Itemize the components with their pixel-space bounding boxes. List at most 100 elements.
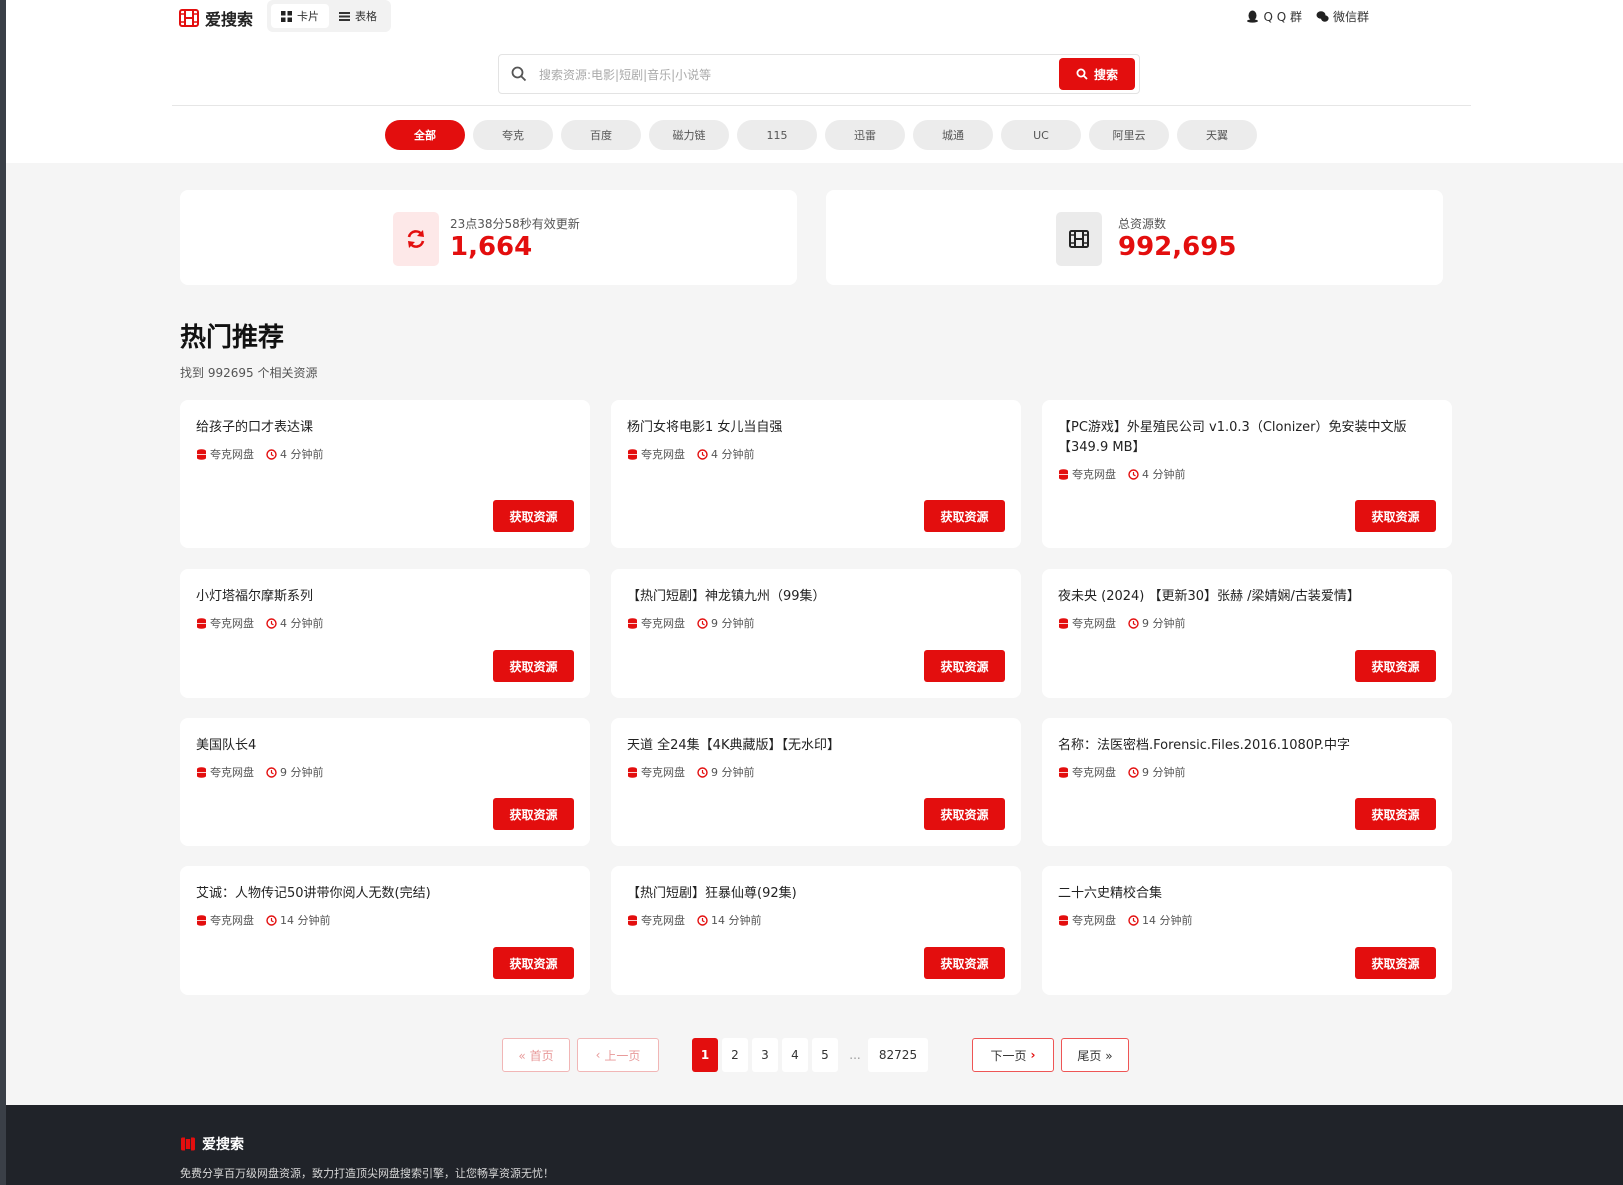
card-title[interactable]: 天道 全24集【4K典藏版】【无水印】 <box>627 736 1005 756</box>
card-meta: 夸克网盘 14 分钟前 <box>196 912 574 928</box>
get-resource-button[interactable]: 获取资源 <box>493 947 574 979</box>
window-edge <box>0 0 6 1185</box>
film-logo-icon <box>179 9 199 27</box>
get-resource-button[interactable]: 获取资源 <box>493 798 574 830</box>
get-resource-button[interactable]: 获取资源 <box>493 650 574 682</box>
site-header: 爱搜索 卡片 表格 Q Q 群 微信群 <box>179 0 1421 34</box>
card-source-label: 夸克网盘 <box>641 448 685 461</box>
end-page-button[interactable]: 尾页 » <box>1061 1038 1129 1072</box>
get-resource-button[interactable]: 获取资源 <box>1355 650 1436 682</box>
section-subtitle: 找到 992695 个相关资源 <box>180 366 318 380</box>
get-resource-button[interactable]: 获取资源 <box>1355 947 1436 979</box>
search-bar: 搜索 <box>498 54 1140 95</box>
card-source: 夸克网盘 <box>627 764 685 780</box>
total-stat-value: 992,695 <box>1118 232 1237 262</box>
filter-baidu[interactable]: 百度 <box>561 120 641 150</box>
source-filter-bar: 全部 夸克 百度 磁力链 115 迅雷 城通 UC 阿里云 天翼 <box>385 120 1257 150</box>
database-icon <box>1059 766 1068 778</box>
get-resource-button[interactable]: 获取资源 <box>1355 798 1436 830</box>
get-resource-button[interactable]: 获取资源 <box>924 650 1005 682</box>
filter-tianyi[interactable]: 天翼 <box>1177 120 1257 150</box>
resource-card: 【热门短剧】神龙镇九州（99集） 夸克网盘 9 分钟前 获取资源 <box>611 569 1021 698</box>
first-page-button[interactable]: « 首页 <box>502 1038 570 1072</box>
get-resource-button[interactable]: 获取资源 <box>493 500 574 532</box>
card-source: 夸克网盘 <box>196 615 254 631</box>
filter-aliyun[interactable]: 阿里云 <box>1089 120 1169 150</box>
card-time: 14 分钟前 <box>266 912 331 928</box>
filter-magnet[interactable]: 磁力链 <box>649 120 729 150</box>
card-title[interactable]: 小灯塔福尔摩斯系列 <box>196 587 574 607</box>
card-title[interactable]: 【热门短剧】神龙镇九州（99集） <box>627 587 1005 607</box>
card-meta: 夸克网盘 4 分钟前 <box>1058 466 1436 482</box>
get-resource-button[interactable]: 获取资源 <box>924 500 1005 532</box>
card-title[interactable]: 美国队长4 <box>196 736 574 756</box>
filter-chengtong[interactable]: 城通 <box>913 120 993 150</box>
card-source: 夸克网盘 <box>627 615 685 631</box>
page-button[interactable]: 4 <box>782 1038 808 1072</box>
card-title[interactable]: 名称：法医密档.Forensic.Files.2016.1080P.中字 <box>1058 736 1436 756</box>
card-time-label: 4 分钟前 <box>711 448 755 461</box>
footer-logo[interactable]: 爱搜索 <box>180 1134 244 1154</box>
resource-card: 小灯塔福尔摩斯系列 夸克网盘 4 分钟前 获取资源 <box>180 569 590 698</box>
card-meta: 夸克网盘 14 分钟前 <box>1058 912 1436 928</box>
card-title[interactable]: 给孩子的口才表达课 <box>196 418 574 438</box>
get-resource-button[interactable]: 获取资源 <box>924 947 1005 979</box>
footer-logo-text: 爱搜索 <box>202 1137 244 1153</box>
filter-xunlei[interactable]: 迅雷 <box>825 120 905 150</box>
card-source: 夸克网盘 <box>627 446 685 462</box>
prev-page-button[interactable]: ‹ 上一页 <box>577 1038 659 1072</box>
database-icon <box>1059 617 1068 629</box>
card-time: 9 分钟前 <box>266 764 324 780</box>
card-title[interactable]: 夜未央 (2024) 【更新30】张赫 /梁婧娴/古装爱情】 <box>1058 587 1436 607</box>
refresh-icon-box <box>393 212 439 266</box>
card-source-label: 夸克网盘 <box>210 448 254 461</box>
filter-all[interactable]: 全部 <box>385 120 465 150</box>
filter-115[interactable]: 115 <box>737 120 817 150</box>
table-view-button[interactable]: 表格 <box>329 4 387 28</box>
resource-card: 杨门女将电影1 女儿当自强 夸克网盘 4 分钟前 获取资源 <box>611 400 1021 548</box>
card-source: 夸克网盘 <box>196 912 254 928</box>
filter-quark[interactable]: 夸克 <box>473 120 553 150</box>
card-source: 夸克网盘 <box>1058 466 1116 482</box>
page-button[interactable]: 2 <box>722 1038 748 1072</box>
resource-card: 二十六史精校合集 夸克网盘 14 分钟前 获取资源 <box>1042 866 1452 995</box>
get-resource-button[interactable]: 获取资源 <box>1355 500 1436 532</box>
card-source: 夸克网盘 <box>627 912 685 928</box>
card-meta: 夸克网盘 4 分钟前 <box>627 446 1005 462</box>
search-button-label: 搜索 <box>1093 67 1118 82</box>
database-icon <box>197 766 206 778</box>
page-button[interactable]: 1 <box>692 1038 718 1072</box>
prev-page-label: 上一页 <box>604 1048 641 1063</box>
filter-uc[interactable]: UC <box>1001 120 1081 150</box>
wechat-group-link[interactable]: 微信群 <box>1316 8 1369 25</box>
database-icon <box>628 914 637 926</box>
database-icon <box>628 448 637 460</box>
page-ellipsis: ... <box>849 1048 861 1062</box>
get-resource-button[interactable]: 获取资源 <box>924 798 1005 830</box>
header-links: Q Q 群 微信群 <box>1246 8 1369 25</box>
database-icon <box>1059 468 1068 480</box>
last-page-number-button[interactable]: 82725 <box>868 1038 928 1072</box>
card-source: 夸克网盘 <box>1058 764 1116 780</box>
update-stat-value: 1,664 <box>450 232 533 262</box>
wechat-group-label: 微信群 <box>1332 10 1369 24</box>
card-title[interactable]: 【热门短剧】狂暴仙尊(92集) <box>627 884 1005 904</box>
search-input[interactable] <box>537 55 1031 95</box>
clock-icon <box>1128 468 1139 480</box>
page-button[interactable]: 5 <box>812 1038 838 1072</box>
clock-icon <box>697 914 708 926</box>
card-title[interactable]: 【PC游戏】外星殖民公司 v1.0.3（Clonizer）免安装中文版【349.… <box>1058 418 1436 458</box>
page-button[interactable]: 3 <box>752 1038 778 1072</box>
card-title[interactable]: 艾诚：人物传记50讲带你阅人无数(完结) <box>196 884 574 904</box>
card-title[interactable]: 杨门女将电影1 女儿当自强 <box>627 418 1005 438</box>
card-title[interactable]: 二十六史精校合集 <box>1058 884 1436 904</box>
site-logo[interactable]: 爱搜索 <box>179 6 253 30</box>
film-icon <box>1069 230 1089 248</box>
qq-group-link[interactable]: Q Q 群 <box>1246 8 1302 25</box>
card-view-button[interactable]: 卡片 <box>271 4 329 28</box>
search-button[interactable]: 搜索 <box>1059 58 1135 90</box>
card-view-label: 卡片 <box>297 10 319 23</box>
next-page-button[interactable]: 下一页 › <box>972 1038 1054 1072</box>
site-footer: 爱搜索 免费分享百万级网盘资源，致力打造顶尖网盘搜索引擎，让您畅享资源无忧！ <box>6 1105 1623 1185</box>
card-time-label: 9 分钟前 <box>711 766 755 779</box>
